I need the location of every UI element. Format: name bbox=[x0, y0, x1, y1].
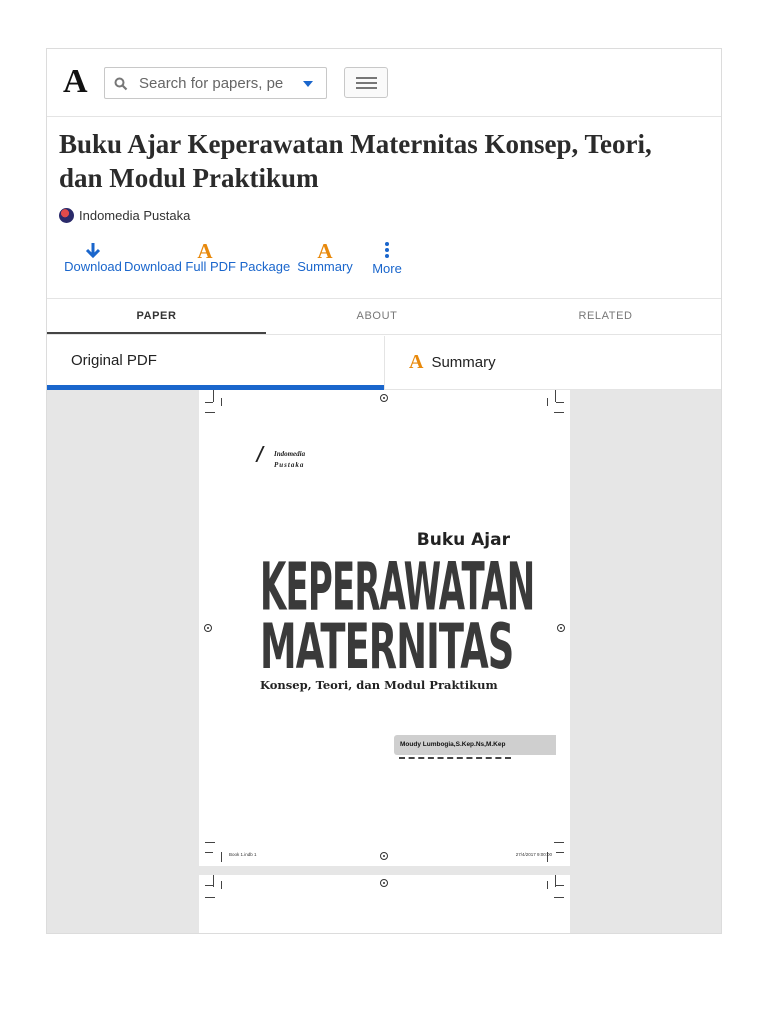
crop-mark bbox=[554, 897, 564, 898]
crop-mark bbox=[205, 402, 213, 403]
summary-tab[interactable]: A Summary bbox=[384, 336, 721, 390]
decorative-dashes bbox=[399, 757, 511, 759]
academia-a-icon: A bbox=[317, 239, 333, 263]
publisher-logo: Indomedia Pustaka bbox=[255, 446, 306, 469]
more-vertical-icon bbox=[385, 242, 389, 258]
more-button[interactable]: More bbox=[369, 241, 405, 276]
crop-mark bbox=[213, 390, 214, 402]
summary-button[interactable]: A Summary bbox=[297, 241, 353, 276]
crop-mark bbox=[556, 402, 564, 403]
crop-mark bbox=[221, 852, 222, 862]
download-label: Download bbox=[64, 259, 122, 274]
academia-a-icon: A bbox=[197, 239, 213, 263]
crop-mark bbox=[554, 842, 564, 843]
crop-mark bbox=[205, 842, 215, 843]
crop-mark bbox=[556, 852, 564, 853]
crop-mark bbox=[547, 881, 548, 889]
cover-subtitle: Konsep, Teori, dan Modul Praktikum bbox=[260, 678, 498, 692]
download-full-pdf-button[interactable]: A Download Full PDF Package bbox=[124, 239, 290, 276]
original-pdf-label: Original PDF bbox=[71, 352, 157, 369]
more-label: More bbox=[372, 261, 402, 276]
pdf-page bbox=[199, 875, 570, 933]
search-input[interactable]: Search for papers, pe bbox=[139, 75, 294, 92]
menu-icon-line bbox=[356, 82, 377, 84]
pdf-viewer[interactable]: Indomedia Pustaka Buku Ajar KEPERAWATAN … bbox=[47, 390, 721, 933]
crop-mark bbox=[555, 390, 556, 402]
tab-related[interactable]: RELATED bbox=[488, 299, 721, 334]
crop-mark bbox=[205, 897, 215, 898]
crop-mark bbox=[554, 412, 564, 413]
menu-icon-line bbox=[356, 87, 377, 89]
menu-icon-line bbox=[356, 77, 377, 79]
crop-mark bbox=[555, 875, 556, 887]
summary-tab-label: Summary bbox=[431, 354, 496, 371]
academia-logo[interactable]: A bbox=[63, 63, 88, 101]
registration-mark bbox=[380, 394, 388, 402]
page-frame: A Search for papers, pe Buku Ajar Kepera… bbox=[46, 48, 722, 934]
quill-icon bbox=[255, 446, 275, 462]
publisher-line1: Indomedia bbox=[274, 450, 306, 458]
footer-right: 27/4/2017 9:00:00 bbox=[515, 852, 552, 857]
academia-a-icon: A bbox=[409, 351, 424, 373]
cover-title-line2: MATERNITAS bbox=[260, 612, 514, 684]
crop-mark bbox=[205, 852, 213, 853]
registration-mark bbox=[204, 624, 212, 632]
crop-mark bbox=[556, 885, 564, 886]
cover-author: Moudy Lumbogia,S.Kep.Ns,M.Kep bbox=[394, 735, 556, 755]
crop-mark bbox=[205, 412, 215, 413]
pdf-page: Indomedia Pustaka Buku Ajar KEPERAWATAN … bbox=[199, 390, 570, 866]
search-icon bbox=[114, 77, 128, 91]
search-box[interactable]: Search for papers, pe bbox=[104, 67, 327, 99]
registration-mark bbox=[557, 624, 565, 632]
cover-buku-ajar: Buku Ajar bbox=[416, 530, 510, 550]
view-toggle: Original PDF A Summary bbox=[47, 336, 721, 390]
author-name[interactable]: Indomedia Pustaka bbox=[79, 208, 190, 223]
download-full-label: Download Full PDF Package bbox=[124, 259, 291, 274]
registration-mark bbox=[380, 879, 388, 887]
author-link[interactable]: Indomedia Pustaka bbox=[59, 206, 190, 224]
action-row: Download A Download Full PDF Package A S… bbox=[47, 239, 721, 285]
crop-mark bbox=[213, 875, 214, 887]
chevron-down-icon[interactable] bbox=[303, 81, 313, 87]
publisher-line2: Pustaka bbox=[274, 461, 305, 469]
crop-mark bbox=[221, 398, 222, 406]
download-arrow-icon bbox=[85, 243, 101, 259]
original-pdf-tab[interactable]: Original PDF bbox=[47, 336, 384, 390]
avatar bbox=[59, 207, 74, 223]
crop-mark bbox=[221, 881, 222, 889]
download-button[interactable]: Download bbox=[64, 241, 122, 276]
crop-mark bbox=[547, 398, 548, 406]
top-bar: A Search for papers, pe bbox=[47, 49, 721, 117]
registration-mark bbox=[380, 852, 388, 860]
footer-left: Book 1.indb 1 bbox=[229, 852, 257, 857]
tab-about[interactable]: ABOUT bbox=[266, 299, 488, 334]
tab-bar: PAPER ABOUT RELATED bbox=[47, 298, 721, 335]
tab-paper[interactable]: PAPER bbox=[47, 299, 266, 334]
crop-mark bbox=[205, 885, 213, 886]
paper-title: Buku Ajar Keperawatan Maternitas Konsep,… bbox=[59, 129, 652, 193]
summary-label: Summary bbox=[297, 259, 353, 274]
menu-button[interactable] bbox=[344, 67, 388, 98]
